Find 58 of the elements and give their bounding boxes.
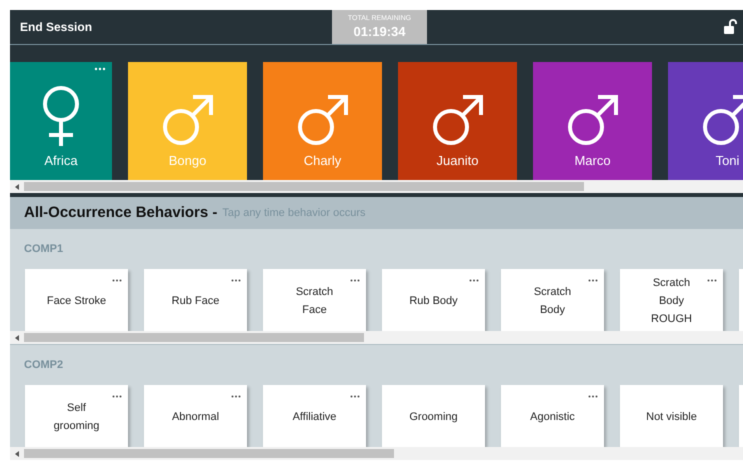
scroll-left-icon[interactable]	[14, 334, 20, 340]
behavior-card[interactable]: Scratch Face	[263, 269, 366, 331]
end-session-button[interactable]: End Session	[10, 20, 102, 34]
more-icon[interactable]	[231, 279, 241, 282]
more-icon[interactable]	[588, 395, 598, 398]
animal-tile[interactable]: Marco	[533, 62, 652, 180]
behavior-card[interactable]: Grooming	[382, 385, 485, 447]
behavior-card[interactable]: Abnormal	[144, 385, 247, 447]
behavior-label: Scratch Body	[534, 285, 572, 318]
scroll-left-icon[interactable]	[14, 184, 20, 190]
behavior-label: Agonistic	[530, 410, 575, 425]
behavior-card[interactable]: Affiliative	[263, 385, 366, 447]
behavior-label: Abnormal	[172, 410, 220, 425]
behavior-card[interactable]: Rub Body	[382, 269, 485, 331]
behavior-card[interactable]: Not visible	[620, 385, 723, 447]
more-icon[interactable]	[112, 279, 122, 282]
more-icon[interactable]	[588, 279, 598, 282]
behavior-label: Rub Face	[172, 294, 220, 309]
more-icon[interactable]	[350, 279, 360, 282]
more-icon[interactable]	[469, 279, 479, 282]
animal-tile[interactable]: Toni	[668, 62, 743, 180]
behavior-card[interactable]: Agonistic	[501, 385, 604, 447]
behavior-label: Scratch Body ROUGH	[651, 276, 692, 327]
animal-tile[interactable]: Juanito	[398, 62, 517, 180]
scroll-left-icon[interactable]	[14, 450, 20, 456]
behavior-card[interactable]: Self grooming	[25, 385, 128, 447]
behavior-label: Not visible	[646, 410, 697, 425]
behavior-card[interactable]: Scratch Body ROUGH	[620, 269, 723, 331]
horizontal-scrollbar[interactable]	[10, 447, 743, 460]
behavior-card[interactable]: Rub Face	[144, 269, 247, 331]
more-icon[interactable]	[707, 279, 717, 282]
behavior-card[interactable]: Scratch Body	[501, 269, 604, 331]
behavior-label: Rub Body	[409, 294, 458, 309]
behavior-label: Self grooming	[54, 401, 100, 434]
horizontal-scrollbar[interactable]	[10, 331, 743, 344]
group-label: COMP2	[23, 358, 64, 373]
animal-name: Africa	[44, 153, 78, 168]
group-label: COMP1	[23, 242, 64, 257]
horizontal-scrollbar[interactable]	[10, 180, 743, 197]
animal-name: Toni	[716, 153, 740, 168]
unlocked-padlock-icon[interactable]	[723, 19, 739, 35]
animal-name: Juanito	[436, 153, 478, 168]
animal-name: Charly	[304, 153, 342, 168]
more-icon[interactable]	[112, 395, 122, 398]
section-title: All-Occurrence Behaviors -	[24, 204, 218, 221]
animal-tile[interactable]: Africa	[10, 62, 112, 180]
behavior-label: Grooming	[409, 410, 458, 425]
animal-name: Marco	[574, 153, 611, 168]
behavior-label: Scratch Face	[296, 285, 334, 318]
more-icon[interactable]	[231, 395, 241, 398]
animal-name: Bongo	[168, 153, 206, 168]
behavior-label: Affiliative	[292, 410, 336, 425]
more-icon[interactable]	[350, 395, 360, 398]
timer-value: 01:19:34	[353, 24, 406, 39]
behavior-card[interactable]: Face Stroke	[25, 269, 128, 331]
more-icon[interactable]	[94, 67, 106, 71]
section-hint: Tap any time behavior occurs	[222, 206, 366, 218]
behavior-label: Face Stroke	[46, 294, 106, 309]
